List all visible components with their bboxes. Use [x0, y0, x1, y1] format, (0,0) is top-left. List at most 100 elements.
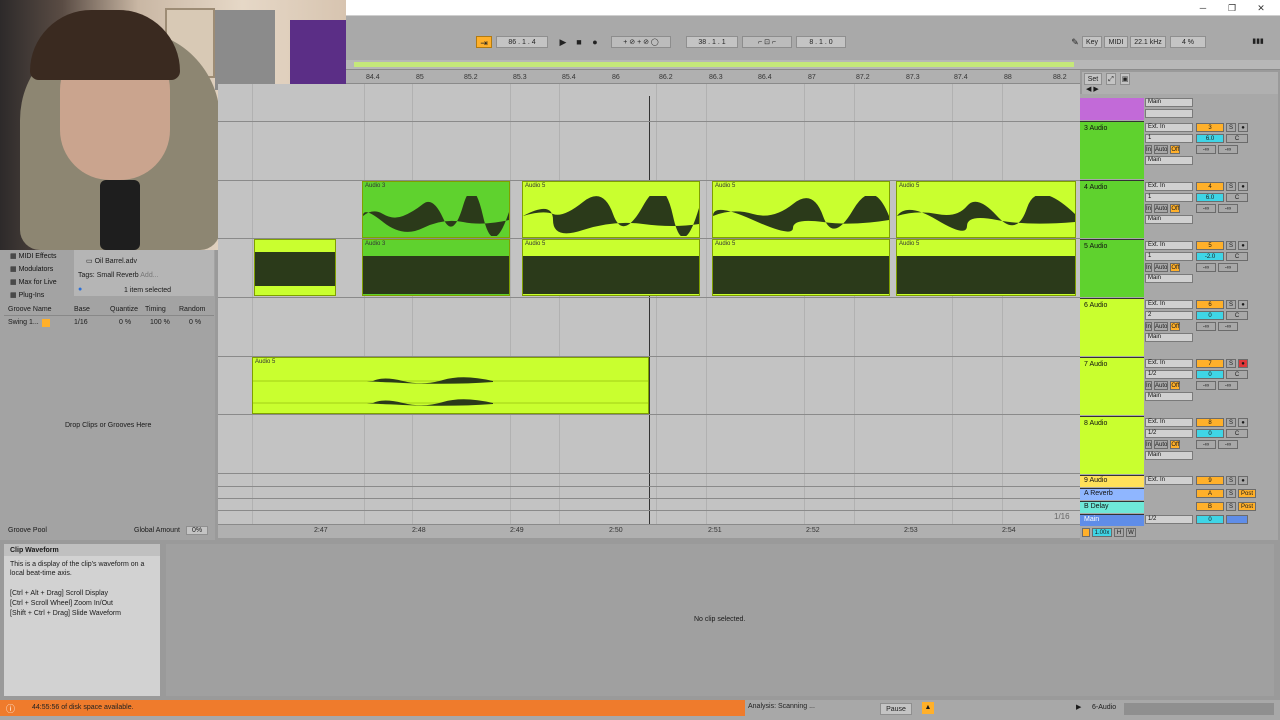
- master-header[interactable]: Main: [1080, 514, 1144, 526]
- input-channel-select[interactable]: 2: [1145, 311, 1193, 320]
- track-name[interactable]: 4 Audio: [1084, 184, 1107, 191]
- input-type-select[interactable]: Ext. In: [1145, 359, 1193, 368]
- minimize-icon[interactable]: ─: [1196, 2, 1210, 14]
- arm-icon[interactable]: ●: [1238, 241, 1248, 250]
- solo-button[interactable]: S: [1226, 182, 1236, 191]
- nav-arrows-icon[interactable]: ◀ ▶: [1086, 85, 1099, 93]
- monitor-in-button[interactable]: In: [1145, 322, 1153, 331]
- monitor-buttons[interactable]: In Auto Off: [1145, 263, 1193, 272]
- solo-button[interactable]: S: [1226, 476, 1236, 485]
- monitor-buttons[interactable]: In Auto Off: [1145, 145, 1193, 154]
- track-activator[interactable]: 7: [1196, 359, 1224, 368]
- monitor-in-button[interactable]: In: [1145, 440, 1153, 449]
- track-name[interactable]: 3 Audio: [1084, 125, 1107, 132]
- groove-random[interactable]: 0 %: [189, 319, 201, 326]
- monitor-in-button[interactable]: In: [1145, 204, 1153, 213]
- output-select[interactable]: 1/2: [1145, 515, 1193, 524]
- monitor-off-button[interactable]: Off: [1170, 145, 1181, 154]
- return-header[interactable]: B Delay: [1080, 501, 1144, 513]
- input-channel-select[interactable]: 1/2: [1145, 429, 1193, 438]
- track-activator[interactable]: 6: [1196, 300, 1224, 309]
- audio-clip[interactable]: Audio 3: [362, 181, 510, 238]
- audio-clip[interactable]: Audio 5: [896, 239, 1076, 296]
- track-name[interactable]: 8 Audio: [1084, 420, 1107, 427]
- track-activator[interactable]: 3: [1196, 123, 1224, 132]
- input-channel-select[interactable]: 1: [1145, 134, 1193, 143]
- output-select-empty[interactable]: [1145, 109, 1193, 118]
- audio-clip[interactable]: Audio 5: [522, 239, 700, 296]
- monitor-auto-button[interactable]: Auto: [1154, 263, 1169, 272]
- return-header[interactable]: A Reverb: [1080, 488, 1144, 500]
- solo-button[interactable]: S: [1226, 489, 1236, 498]
- solo-button[interactable]: S: [1226, 502, 1236, 511]
- input-type-select[interactable]: Ext. In: [1145, 300, 1193, 309]
- zoom-icon[interactable]: [1082, 528, 1090, 537]
- post-button[interactable]: Post: [1238, 489, 1256, 498]
- solo-button[interactable]: S: [1226, 300, 1236, 309]
- browser-category[interactable]: ▦ Modulators: [10, 265, 53, 273]
- output-select[interactable]: Main: [1145, 451, 1193, 460]
- automation-buttons[interactable]: + ⊘ + ⊘ ◯: [611, 36, 671, 48]
- output-select[interactable]: Main: [1145, 215, 1193, 224]
- volume-field[interactable]: 6.0: [1196, 134, 1224, 143]
- monitor-buttons[interactable]: In Auto Off: [1145, 322, 1193, 331]
- play-icon[interactable]: ▶: [556, 36, 570, 48]
- track-activator[interactable]: 4: [1196, 182, 1224, 191]
- monitor-buttons[interactable]: In Auto Off: [1145, 440, 1193, 449]
- audio-clip[interactable]: Audio 3: [362, 239, 510, 296]
- groove-drop-zone[interactable]: Drop Clips or Grooves Here: [65, 422, 151, 429]
- volume-field[interactable]: 0: [1196, 370, 1224, 379]
- browser-category[interactable]: ▦ Plug-Ins: [10, 291, 44, 299]
- monitor-in-button[interactable]: In: [1145, 145, 1153, 154]
- track-name[interactable]: A Reverb: [1084, 490, 1113, 497]
- output-select[interactable]: Main: [1145, 98, 1193, 107]
- pan-field[interactable]: C: [1226, 252, 1248, 261]
- monitor-off-button[interactable]: Off: [1170, 263, 1181, 272]
- pan-field[interactable]: C: [1226, 370, 1248, 379]
- output-select[interactable]: Main: [1145, 392, 1193, 401]
- arrangement-position[interactable]: 86 . 1 . 4: [496, 36, 548, 48]
- arm-icon[interactable]: ●: [1238, 359, 1248, 368]
- arm-icon[interactable]: ●: [1238, 476, 1248, 485]
- input-type-select[interactable]: Ext. In: [1145, 123, 1193, 132]
- add-tag-link[interactable]: Add...: [140, 272, 158, 279]
- volume-field[interactable]: -2.0: [1196, 252, 1224, 261]
- restore-icon[interactable]: ❐: [1225, 2, 1239, 14]
- pause-button[interactable]: Pause: [880, 703, 912, 715]
- monitor-auto-button[interactable]: Auto: [1154, 204, 1169, 213]
- beat-ruler[interactable]: 84.4 85 85.2 85.3 85.4 86 86.2 86.3 86.4…: [346, 70, 1080, 84]
- track-name[interactable]: B Delay: [1084, 503, 1109, 510]
- solo-button[interactable]: S: [1226, 123, 1236, 132]
- output-select[interactable]: Main: [1145, 156, 1193, 165]
- master-cue[interactable]: [1226, 515, 1248, 524]
- resize-icon[interactable]: ⤢: [1106, 73, 1116, 85]
- groove-timing[interactable]: 100 %: [150, 319, 170, 326]
- close-icon[interactable]: ✕: [1254, 2, 1268, 14]
- play-icon[interactable]: ▶: [1076, 703, 1081, 711]
- master-volume[interactable]: 0: [1196, 515, 1224, 524]
- volume-field[interactable]: 0: [1196, 311, 1224, 320]
- arm-icon[interactable]: ●: [1238, 300, 1248, 309]
- track-header[interactable]: 7 Audio: [1080, 357, 1144, 415]
- input-channel-select[interactable]: 1: [1145, 252, 1193, 261]
- track-activator[interactable]: B: [1196, 502, 1224, 511]
- input-type-select[interactable]: Ext. In: [1145, 418, 1193, 427]
- browser-category[interactable]: ▦ MIDI Effects: [10, 252, 57, 260]
- input-channel-select[interactable]: 1: [1145, 193, 1193, 202]
- track-header[interactable]: 5 Audio: [1080, 239, 1144, 297]
- warning-icon[interactable]: ▲: [922, 702, 934, 714]
- monitor-off-button[interactable]: Off: [1170, 204, 1181, 213]
- output-select[interactable]: Main: [1145, 274, 1193, 283]
- key-map-button[interactable]: Key: [1082, 36, 1102, 48]
- loop-controls[interactable]: ⌐ ⊡ ⌐: [742, 36, 792, 48]
- track-name[interactable]: 5 Audio: [1084, 243, 1107, 250]
- audio-clip[interactable]: Audio 5: [896, 181, 1076, 238]
- groove-row[interactable]: Swing 1... 1/16 0 % 100 % 0 %: [4, 319, 214, 329]
- input-channel-select[interactable]: 1/2: [1145, 370, 1193, 379]
- browser-file-item[interactable]: ▭ Oil Barrel.adv: [86, 257, 137, 265]
- midi-map-button[interactable]: MIDI: [1104, 36, 1128, 48]
- track-header[interactable]: 8 Audio: [1080, 416, 1144, 474]
- monitor-buttons[interactable]: In Auto Off: [1145, 381, 1193, 390]
- track-name[interactable]: 9 Audio: [1084, 477, 1107, 484]
- solo-button[interactable]: S: [1226, 418, 1236, 427]
